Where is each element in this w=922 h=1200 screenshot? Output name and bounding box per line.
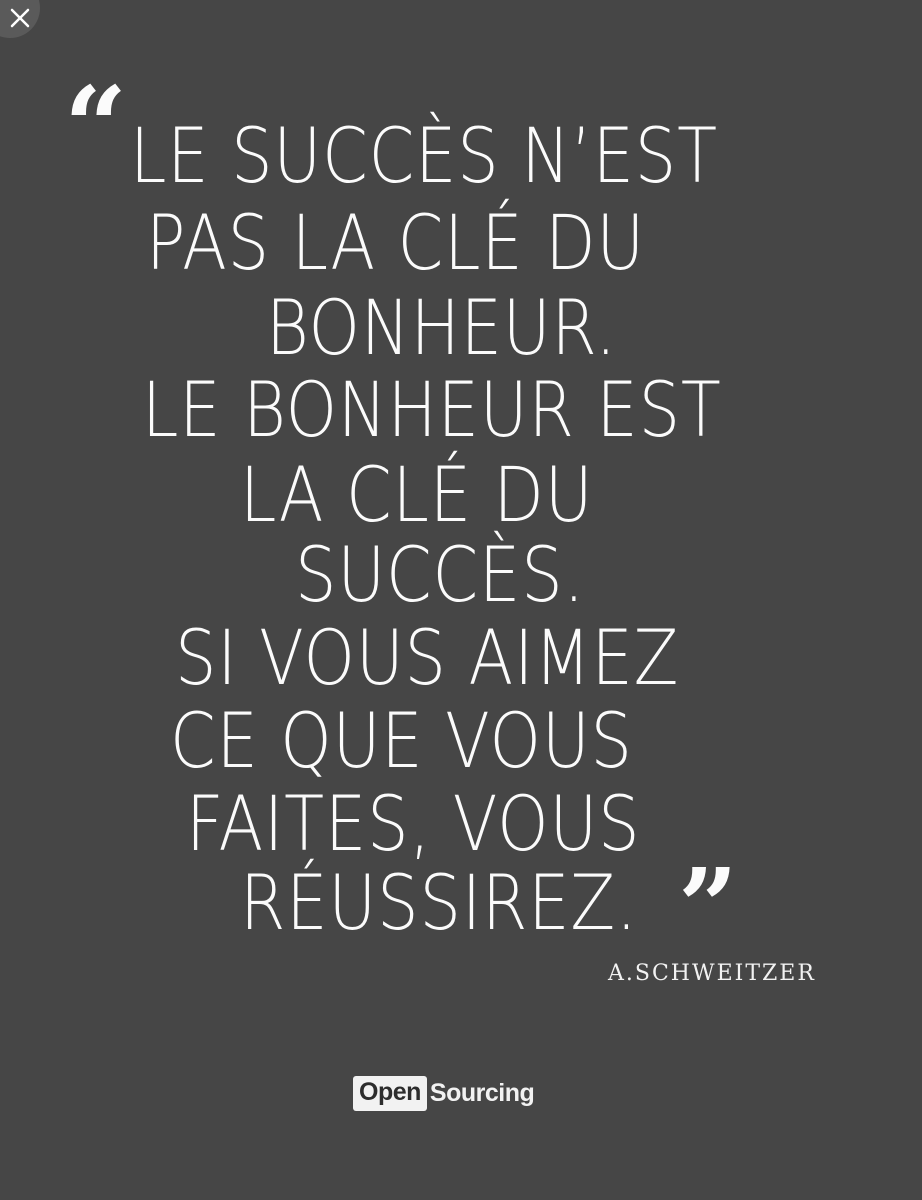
logo-open-text: Open (353, 1076, 427, 1111)
close-quote-mark: ” (678, 845, 738, 968)
close-button[interactable] (0, 0, 40, 38)
opensourcing-logo: Open Sourcing (353, 1076, 535, 1111)
quote-line-3: BONHEUR. (266, 283, 618, 372)
open-quote-mark: “ (64, 62, 128, 191)
close-icon (10, 8, 30, 28)
quote-line-10: RÉUSSIREZ. (240, 858, 638, 947)
quote-line-4: LE BONHEUR EST (142, 365, 722, 454)
quote-line-5: LA CLÉ DU (240, 450, 594, 539)
quote-line-7: SI VOUS AIMEZ (175, 613, 680, 702)
logo-sourcing-text: Sourcing (429, 1079, 535, 1107)
quote-line-9: FAITES, VOUS (186, 779, 641, 868)
quote-line-1: LE SUCCÈS N’EST (130, 111, 718, 200)
quote-line-6: SUCCÈS. (295, 530, 586, 619)
quote-line-2: PAS LA CLÉ DU (146, 198, 646, 287)
quote-line-8: CE QUE VOUS (170, 696, 633, 785)
author-name: A.SCHWEITZER (608, 961, 816, 986)
